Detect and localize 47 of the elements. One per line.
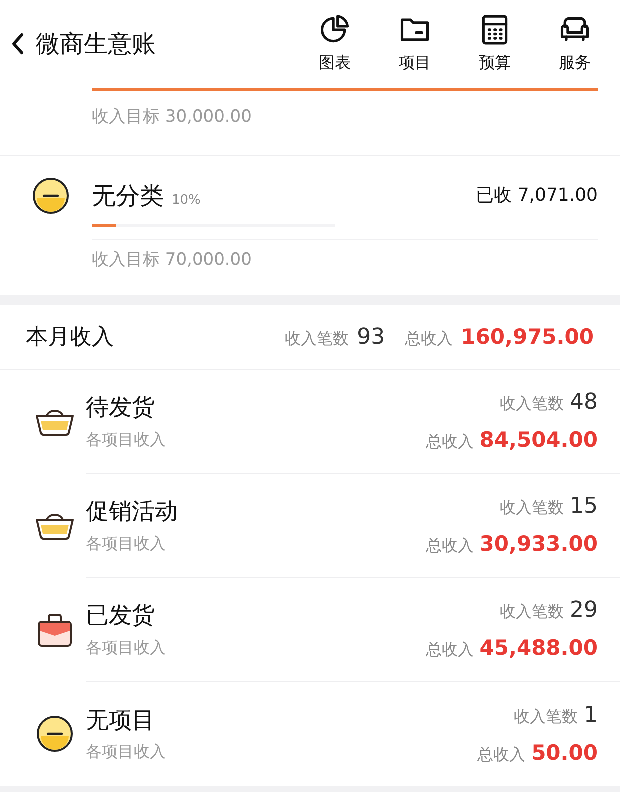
project-name: 已发货 <box>86 602 156 632</box>
section-title: 本月收入 <box>26 324 114 352</box>
count-label: 收入笔数 <box>514 706 578 728</box>
total-label: 总收入 <box>426 639 474 662</box>
coin-icon <box>32 176 70 214</box>
total-label: 总收入 <box>426 431 474 454</box>
count-label: 收入笔数 <box>500 601 564 624</box>
income-goal: 收入目标 30,000.00 <box>92 107 252 127</box>
project-subtitle: 各项目收入 <box>86 741 166 764</box>
count-label: 收入笔数 <box>500 497 564 520</box>
count-value: 93 <box>357 324 386 352</box>
total-value: 84,504.00 <box>480 427 598 454</box>
count-value: 48 <box>570 389 598 418</box>
total-value: 30,933.00 <box>480 531 598 558</box>
category-percent: 10% <box>172 192 201 210</box>
project-row[interactable]: 无项目 各项目收入 收入笔数 1 总收入 50.00 <box>0 682 620 786</box>
toolbar-button[interactable]: 项目 <box>388 13 442 75</box>
received-amount: 已收 7,071.00 <box>476 184 598 208</box>
count-label: 收入笔数 <box>500 393 564 416</box>
count-value: 29 <box>570 597 598 626</box>
project-subtitle: 各项目收入 <box>86 532 167 555</box>
toolbar-button[interactable]: 预算 <box>468 13 522 75</box>
project-row[interactable]: 待发货 各项目收入 收入笔数 48 总收入 84,504.00 <box>0 370 620 474</box>
count-label: 收入笔数 <box>285 328 350 350</box>
category-name: 无分类 <box>92 180 164 212</box>
total-label: 总收入 <box>405 328 454 350</box>
count-value: 1 <box>584 702 598 730</box>
toolbar-button[interactable]: 服务 <box>548 13 602 75</box>
project-name: 待发货 <box>86 394 156 424</box>
project-row[interactable]: 已发货 各项目收入 收入笔数 29 总收入 45,488.00 <box>0 578 620 682</box>
income-goal: 收入目标 70,000.00 <box>92 250 252 270</box>
project-subtitle: 各项目收入 <box>86 636 166 659</box>
total-value: 160,975.00 <box>461 324 594 350</box>
total-value: 50.00 <box>532 740 598 767</box>
project-row[interactable]: 促销活动 各项目收入 收入笔数 15 总收入 30,933.00 <box>0 474 620 578</box>
project-name: 无项目 <box>86 706 156 736</box>
toolbar-button[interactable]: 图表 <box>308 13 362 75</box>
bag-icon <box>36 611 74 649</box>
coin-icon <box>36 715 74 753</box>
back-icon <box>10 32 26 56</box>
total-label: 总收入 <box>478 744 526 766</box>
page-title: 微商生意账 <box>36 29 156 60</box>
count-value: 15 <box>570 493 598 522</box>
project-subtitle: 各项目收入 <box>86 428 166 451</box>
total-label: 总收入 <box>426 535 474 558</box>
total-value: 45,488.00 <box>480 635 598 662</box>
project-name: 促销活动 <box>86 498 178 528</box>
